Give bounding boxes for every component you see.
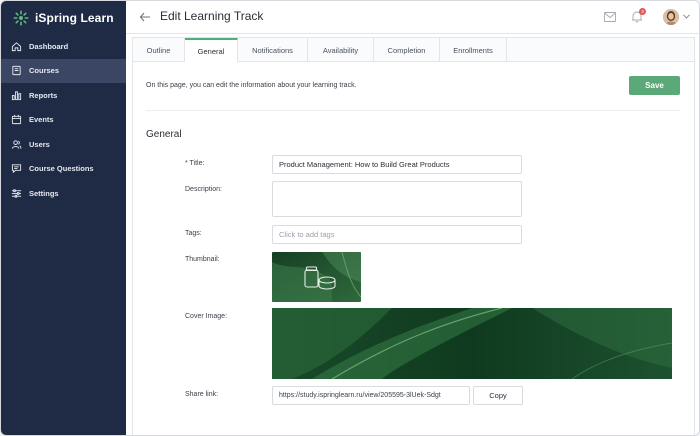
ispring-logo-icon [13,10,29,26]
chevron-down-icon[interactable] [683,14,690,19]
divider [146,110,680,111]
thumbnail-picture [272,252,361,302]
sidebar-item-dashboard[interactable]: Dashboard [1,34,126,59]
page-title: Edit Learning Track [160,9,264,23]
sidebar-item-users[interactable]: Users [1,132,126,157]
tab-bar: Outline General Notifications Availabili… [133,38,694,62]
users-icon [11,140,22,149]
mail-icon[interactable] [604,12,616,22]
book-icon [12,66,21,76]
title-label: * Title: [185,160,205,167]
app-logo[interactable]: iSpring Learn [13,10,114,26]
tags-label: Tags: [185,230,202,237]
cover-picture [272,308,672,379]
tab-enrollments[interactable]: Enrollments [440,38,507,62]
sidebar: iSpring Learn Dashboard Courses Reports … [1,1,126,435]
description-field[interactable] [272,181,522,217]
thumbnail-label: Thumbnail: [185,256,220,263]
avatar[interactable] [663,9,679,25]
calendar-icon [11,115,22,125]
sidebar-item-label: Course Questions [29,164,94,174]
title-field[interactable]: Product Management: How to Build Great P… [272,155,522,174]
tab-outline[interactable]: Outline [133,38,185,62]
sidebar-item-label: Events [29,115,54,125]
sidebar-item-events[interactable]: Events [1,108,126,133]
sidebar-item-label: Users [29,139,50,149]
share-link-label: Share link: [185,391,219,398]
share-link-field[interactable]: https://study.ispringlearn.ru/view/20559… [272,386,470,405]
sidebar-nav: Dashboard Courses Reports Events Users C… [1,34,126,206]
sidebar-item-label: Dashboard [29,41,69,51]
chat-icon [11,164,22,174]
main-content: Outline General Notifications Availabili… [132,37,695,435]
save-button[interactable]: Save [629,76,680,95]
sidebar-item-label: Settings [29,188,59,198]
copy-button[interactable]: Copy [473,386,523,405]
info-text: On this page, you can edit the informati… [146,82,357,89]
sidebar-item-label: Reports [29,90,58,100]
tab-general[interactable]: General [185,38,238,62]
top-header: Edit Learning Track 3 [126,1,699,34]
sidebar-item-courses[interactable]: Courses [1,58,126,83]
cover-image-label: Cover Image: [185,313,228,320]
sidebar-item-settings[interactable]: Settings [1,181,126,206]
sidebar-item-label: Courses [29,66,60,76]
tab-completion[interactable]: Completion [374,38,440,62]
sliders-icon [11,189,22,198]
notification-badge: 3 [639,8,646,15]
sidebar-item-course-questions[interactable]: Course Questions [1,157,126,182]
back-arrow-icon[interactable] [139,11,151,23]
tab-notifications[interactable]: Notifications [238,38,308,62]
bar-chart-icon [11,91,22,100]
cover-image[interactable] [272,308,672,379]
user-avatar-icon [663,9,679,25]
app-window: iSpring Learn Dashboard Courses Reports … [0,0,700,436]
sidebar-item-reports[interactable]: Reports [1,83,126,108]
section-title: General [146,129,182,140]
tab-availability[interactable]: Availability [308,38,374,62]
app-name: iSpring Learn [35,11,114,25]
home-icon [11,41,22,51]
description-label: Description: [185,186,222,193]
thumbnail-image[interactable] [272,252,361,302]
tags-input[interactable]: Click to add tags [272,225,522,244]
